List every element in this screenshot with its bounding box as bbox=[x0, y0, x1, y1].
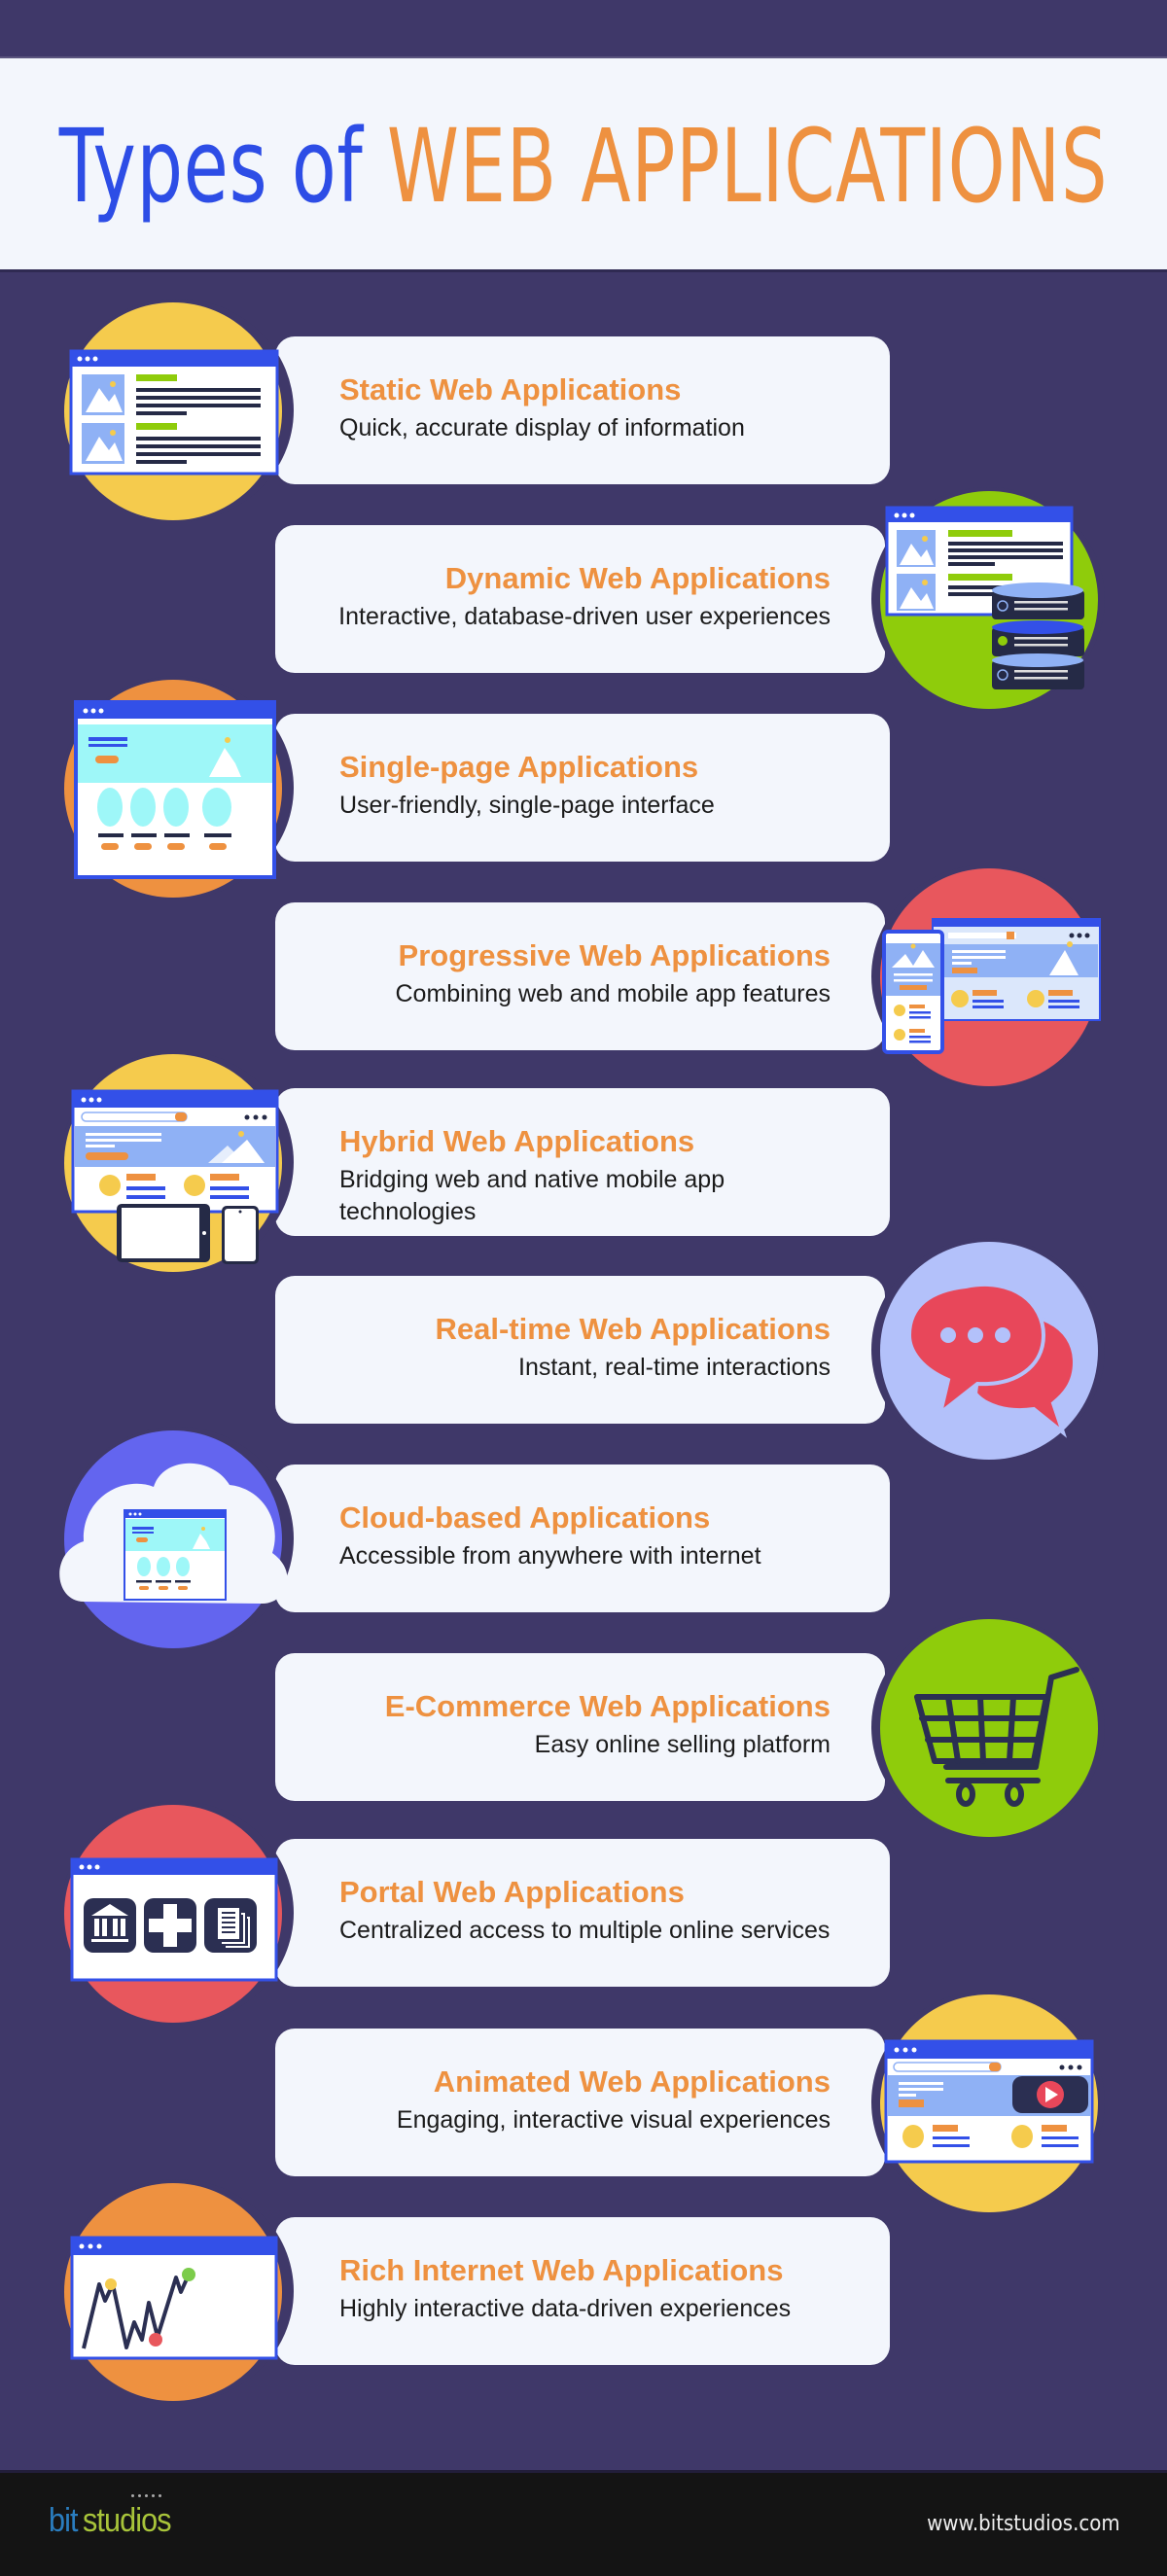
title-part-types-of: Types of bbox=[58, 107, 364, 226]
header-banner: Types of WEB APPLICATIONS bbox=[0, 56, 1167, 272]
item-title: Progressive Web Applications bbox=[398, 938, 831, 972]
item-title: Animated Web Applications bbox=[433, 2064, 831, 2099]
item-card: Static Web Applications Quick, accurate … bbox=[275, 336, 890, 484]
item-title: Static Web Applications bbox=[339, 372, 682, 406]
item-card: Hybrid Web Applications Bridging web and… bbox=[275, 1088, 890, 1236]
item-title: Hybrid Web Applications bbox=[339, 1124, 695, 1158]
line-graph-page-icon bbox=[70, 2236, 278, 2360]
item-description: Instant, real-time interactions bbox=[518, 1354, 831, 1381]
item-card: Portal Web Applications Centralized acce… bbox=[275, 1839, 890, 1987]
item-description: Interactive, database-driven user experi… bbox=[338, 603, 831, 630]
item-title: Rich Internet Web Applications bbox=[339, 2253, 784, 2287]
title-part-web-applications: WEB APPLICATIONS bbox=[386, 107, 1109, 226]
logo-dots-icon bbox=[131, 2494, 161, 2497]
item-card: Real-time Web Applications Instant, real… bbox=[275, 1276, 885, 1424]
brand-logo[interactable]: bit studios bbox=[49, 2502, 172, 2540]
item-title: Cloud-based Applications bbox=[339, 1500, 711, 1535]
footer: bit studios www.bitstudios.com bbox=[0, 2470, 1167, 2576]
item-description: Bridging web and native mobile app techn… bbox=[339, 1166, 725, 1225]
item-title: E-Commerce Web Applications bbox=[384, 1689, 831, 1723]
page-title: Types of WEB APPLICATIONS bbox=[59, 58, 1108, 274]
item-description: Highly interactive data-driven experienc… bbox=[339, 2295, 792, 2322]
item-description: Combining web and mobile app features bbox=[395, 980, 831, 1007]
item-description: Easy online selling platform bbox=[534, 1731, 831, 1758]
database-stack bbox=[992, 582, 1084, 689]
item-title: Portal Web Applications bbox=[339, 1875, 685, 1909]
item-title: Real-time Web Applications bbox=[435, 1312, 831, 1346]
item-description: Accessible from anywhere with internet bbox=[339, 1542, 761, 1570]
item-card: Cloud-based Applications Accessible from… bbox=[275, 1464, 890, 1612]
item-card: Progressive Web Applications Combining w… bbox=[275, 902, 885, 1050]
item-description: Engaging, interactive visual experiences bbox=[396, 2106, 831, 2134]
item-card: E-Commerce Web Applications Easy online … bbox=[275, 1653, 885, 1801]
logo-bit: bit bbox=[49, 2502, 79, 2539]
item-description: Quick, accurate display of information bbox=[339, 414, 745, 441]
item-description: User-friendly, single-page interface bbox=[339, 792, 715, 819]
item-card: Rich Internet Web Applications Highly in… bbox=[275, 2217, 890, 2365]
item-card: Animated Web Applications Engaging, inte… bbox=[275, 2029, 885, 2176]
item-description: Centralized access to multiple online se… bbox=[339, 1917, 831, 1944]
item-card: Single-page Applications User-friendly, … bbox=[275, 714, 890, 862]
item-title: Dynamic Web Applications bbox=[444, 561, 831, 595]
list-item-rich-internet: Rich Internet Web Applications Highly in… bbox=[0, 2179, 1167, 2403]
item-card: Dynamic Web Applications Interactive, da… bbox=[275, 525, 885, 673]
website-link[interactable]: www.bitstudios.com bbox=[927, 2512, 1120, 2536]
logo-studios: studios bbox=[83, 2502, 172, 2539]
item-title: Single-page Applications bbox=[339, 750, 699, 784]
